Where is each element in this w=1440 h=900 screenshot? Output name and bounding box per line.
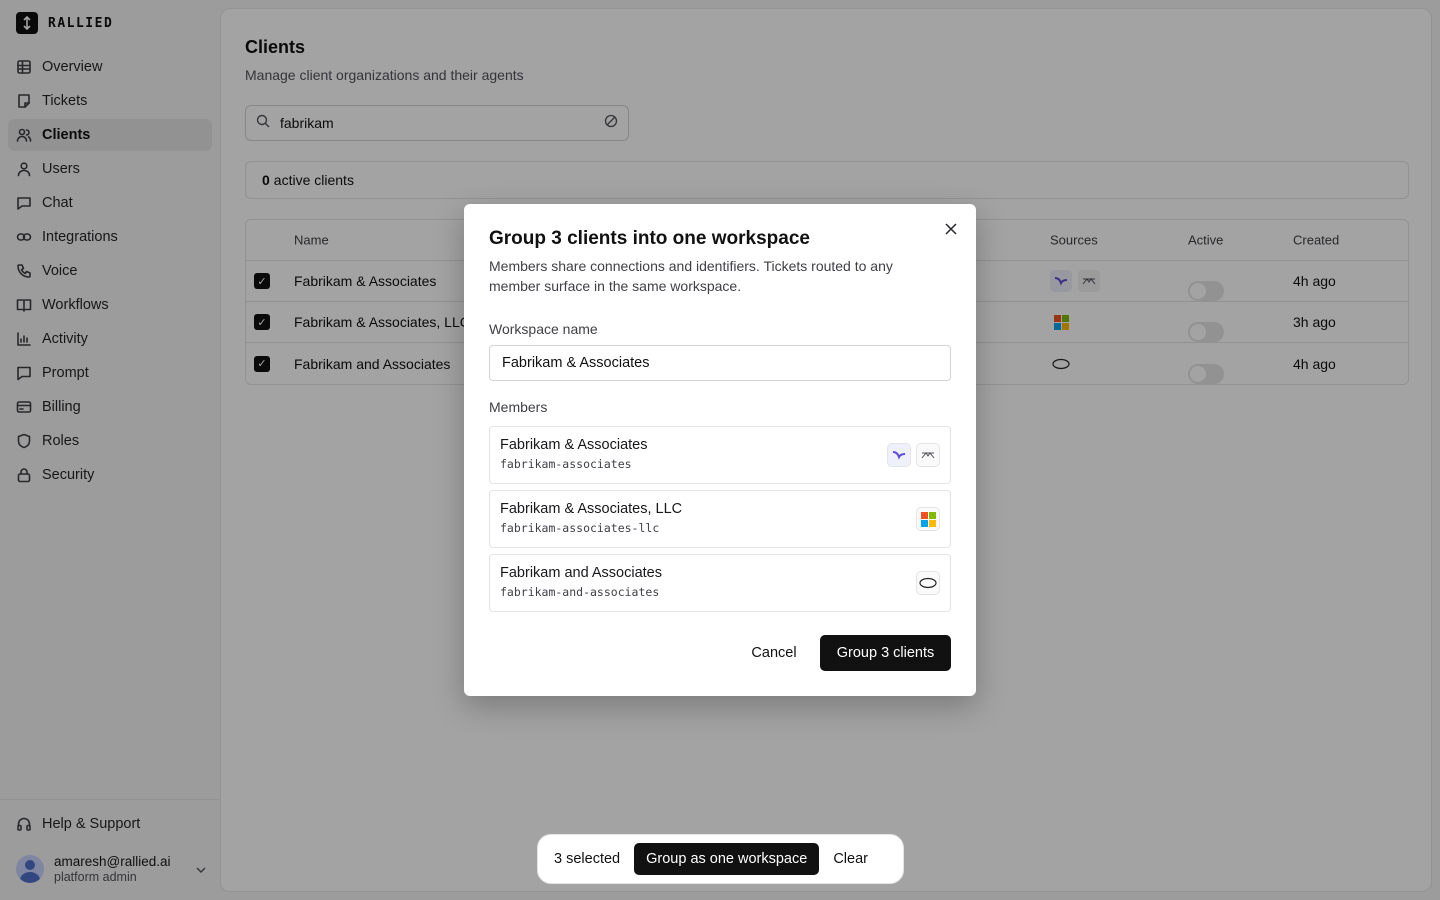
cloud-icon — [916, 571, 940, 595]
group-workspace-button[interactable]: Group as one workspace — [634, 843, 820, 875]
member-name: Fabrikam & Associates, LLC — [500, 501, 683, 517]
group-clients-dialog: Group 3 clients into one workspace Membe… — [464, 204, 976, 696]
dialog-description: Members share connections and identifier… — [489, 258, 893, 294]
clear-selection-button[interactable]: Clear — [833, 851, 868, 867]
freshdesk-icon — [916, 443, 940, 467]
close-icon[interactable] — [942, 220, 960, 238]
member-item: Fabrikam and Associates fabrikam-and-ass… — [489, 554, 951, 612]
microsoft-icon — [916, 507, 940, 531]
selected-count: 3 selected — [554, 851, 621, 867]
member-name: Fabrikam and Associates — [500, 565, 662, 581]
dialog-title: Group 3 clients into one workspace — [489, 228, 810, 249]
workspace-name-label: Workspace name — [489, 321, 598, 337]
member-sources — [916, 571, 940, 595]
bulk-action-bar: 3 selected Group as one workspace Clear — [537, 834, 904, 884]
member-item: Fabrikam & Associates, LLC fabrikam-asso… — [489, 490, 951, 548]
group-clients-button[interactable]: Group 3 clients — [820, 635, 951, 671]
member-slug: fabrikam-associates-llc — [500, 521, 660, 535]
cancel-button[interactable]: Cancel — [734, 635, 814, 671]
workspace-name-input[interactable]: Fabrikam & Associates — [489, 345, 951, 381]
member-slug: fabrikam-and-associates — [500, 585, 660, 599]
zendesk-icon — [887, 443, 911, 467]
member-sources — [887, 443, 940, 467]
member-slug: fabrikam-associates — [500, 457, 632, 471]
member-sources — [916, 507, 940, 531]
members-label: Members — [489, 399, 548, 415]
member-item: Fabrikam & Associates fabrikam-associate… — [489, 426, 951, 484]
member-name: Fabrikam & Associates — [500, 437, 648, 453]
